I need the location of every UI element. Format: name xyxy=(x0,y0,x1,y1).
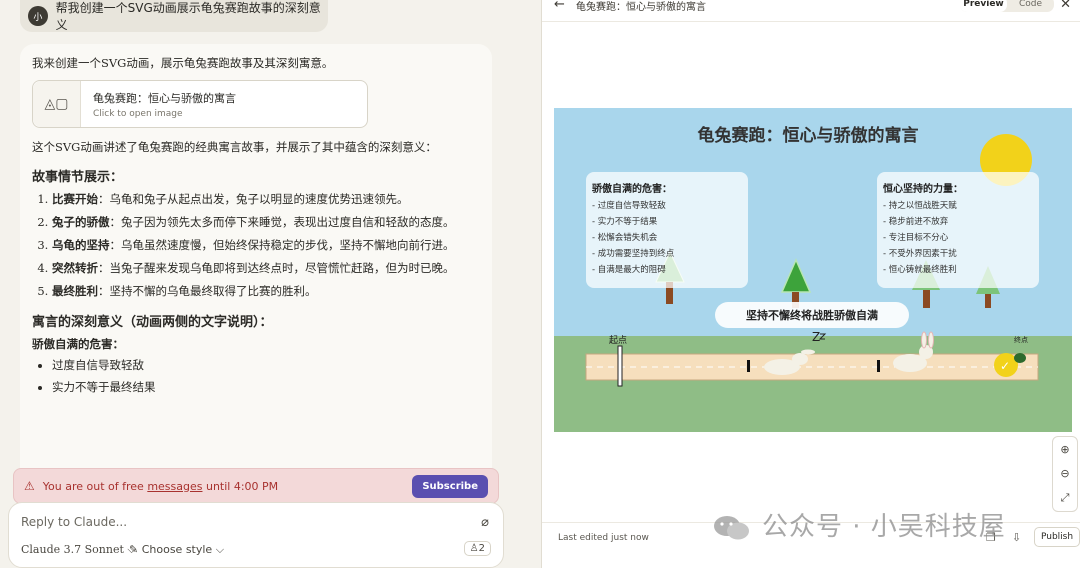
perseverance-box-item: - 恒心铸就最终胜利 xyxy=(883,264,957,275)
perseverance-box-heading: 恒心坚持的力量： xyxy=(883,182,963,195)
publish-button[interactable]: Publish xyxy=(1034,527,1080,547)
artifact-panel-title: 龟兔赛跑：恒心与骄傲的寓言 xyxy=(576,2,706,13)
user-message: 小 帮我创建一个SVG动画展示龟兔赛跑故事的深刻意义 xyxy=(20,0,328,32)
shapes-icon: ◬▢ xyxy=(33,81,81,127)
close-icon[interactable]: ✕ xyxy=(1060,0,1071,12)
list-item: 实力不等于最终结果 xyxy=(52,376,480,398)
download-icon[interactable]: ⇩ xyxy=(1012,531,1021,544)
start-line xyxy=(617,345,623,387)
composer[interactable]: Reply to Claude... ⌀ Claude 3.7 Sonnet ⌵… xyxy=(8,502,504,568)
assistant-reply: 我来创建一个SVG动画，展示龟兔赛跑故事及其深刻寓意。 ◬▢ 龟兔赛跑：恒心与骄… xyxy=(20,44,492,484)
list-item: 突然转折：当兔子醒来发现乌龟即将到达终点时，尽管慌忙赶路，但为时已晚。 xyxy=(52,258,480,278)
pride-box-heading: 骄傲自满的危害： xyxy=(591,182,672,195)
user-message-text: 帮我创建一个SVG动画展示龟兔赛跑故事的深刻意义 xyxy=(55,1,321,32)
meaning-heading: 寓言的深刻意义（动画两侧的文字说明）： xyxy=(32,315,273,330)
artifact-title: 龟兔赛跑：恒心与骄傲的寓言 xyxy=(93,91,236,105)
finish-label: 终点 xyxy=(1014,335,1028,344)
pride-box-item: - 实力不等于结果 xyxy=(592,216,658,227)
pride-box-item: - 自满是最大的阻碍 xyxy=(592,264,666,275)
back-arrow-icon[interactable]: ← xyxy=(554,0,565,12)
user-icon: ♙ xyxy=(469,543,479,554)
list-item: 兔子的骄傲：兔子因为领先太多而停下来睡觉，表现出过度自信和轻敌的态度。 xyxy=(52,212,480,232)
artifact-panel: ← 龟兔赛跑：恒心与骄傲的寓言 Preview Code ✕ 龟兔赛跑：恒心与骄… xyxy=(541,0,1080,568)
list-item: 最终胜利：坚持不懈的乌龟最终取得了比赛的胜利。 xyxy=(52,281,480,301)
start-label: 起点 xyxy=(609,335,627,346)
warning-icon: ⚠ xyxy=(24,479,35,493)
tab-code[interactable]: Code xyxy=(1007,0,1054,12)
messages-link[interactable]: messages xyxy=(147,480,202,493)
model-selector[interactable]: Claude 3.7 Sonnet ⌵ xyxy=(21,543,136,557)
attachment-count-badge[interactable]: ♙2 xyxy=(463,541,491,556)
watermark: 公众号 · 小吴科技屋 xyxy=(712,506,1006,543)
expand-icon[interactable]: ⤢ xyxy=(1061,491,1070,505)
pride-box-item: - 过度自信导致轻敌 xyxy=(592,200,666,211)
style-selector[interactable]: ✎ Choose style ⌵ xyxy=(129,543,224,557)
limit-banner: ⚠ You are out of free messages until 4:0… xyxy=(13,468,499,504)
chat-panel: 小 帮我创建一个SVG动画展示龟兔赛跑故事的深刻意义 我来创建一个SVG动画，展… xyxy=(0,0,540,568)
last-edited: Last edited just now xyxy=(558,533,649,543)
zoom-controls: ⊕ ⊖ ⤢ xyxy=(1052,436,1078,512)
pride-list: 过度自信导致轻敌 实力不等于最终结果 xyxy=(52,354,480,398)
motto-text: 坚持不懈终将战胜骄傲自满 xyxy=(746,308,878,322)
brush-icon: ✎ xyxy=(129,543,142,556)
paperclip-icon[interactable]: ⌀ xyxy=(481,515,489,530)
reply-input[interactable]: Reply to Claude... xyxy=(21,515,127,529)
artifact-subtitle: Click to open image xyxy=(93,108,183,119)
perseverance-box-item: - 稳步前进不放弃 xyxy=(883,216,949,227)
svg-title: 龟兔赛跑：恒心与骄傲的寓言 xyxy=(698,125,919,146)
reply-intro: 我来创建一个SVG动画，展示龟兔赛跑故事及其深刻寓意。 xyxy=(32,56,334,70)
view-toggle: Preview Code xyxy=(960,0,1054,12)
artifact-card[interactable]: ◬▢ 龟兔赛跑：恒心与骄傲的寓言 Click to open image xyxy=(32,80,368,128)
artifact-header: ← 龟兔赛跑：恒心与骄傲的寓言 Preview Code ✕ xyxy=(542,0,1080,22)
story-list: 比赛开始：乌龟和兔子从起点出发，兔子以明显的速度优势迅速领先。 兔子的骄傲：兔子… xyxy=(52,189,480,301)
list-item: 比赛开始：乌龟和兔子从起点出发，兔子以明显的速度优势迅速领先。 xyxy=(52,189,480,209)
perseverance-box-item: - 持之以恒战胜天赋 xyxy=(883,200,957,211)
subscribe-button[interactable]: Subscribe xyxy=(412,474,488,498)
reply-description: 这个SVG动画讲述了龟兔赛跑的经典寓言故事，并展示了其中蕴含的深刻意义： xyxy=(32,140,437,154)
distance-marker xyxy=(747,360,750,372)
svg-preview: 龟兔赛跑：恒心与骄傲的寓言 骄傲自满的危害： - 过度自信导致轻敌 - 实力不等… xyxy=(554,108,1072,432)
check-icon: ✓ xyxy=(1000,359,1010,373)
zoom-out-icon[interactable]: ⊖ xyxy=(1060,467,1069,480)
zzz-label: Z xyxy=(812,330,820,344)
story-heading: 故事情节展示： xyxy=(32,170,124,185)
zoom-in-icon[interactable]: ⊕ xyxy=(1060,443,1069,456)
list-item: 乌龟的坚持：乌龟虽然速度慢，但始终保持稳定的步伐，坚持不懈地向前行进。 xyxy=(52,235,480,255)
list-item: 过度自信导致轻敌 xyxy=(52,354,480,376)
wechat-logo-icon xyxy=(714,515,749,539)
user-avatar: 小 xyxy=(28,6,48,26)
pride-box-item: - 成功需要坚持到终点 xyxy=(592,248,675,259)
distance-marker xyxy=(877,360,880,372)
perseverance-box-item: - 不受外界因素干扰 xyxy=(883,248,957,259)
pride-box-item: - 松懈会错失机会 xyxy=(592,232,658,243)
perseverance-box-item: - 专注目标不分心 xyxy=(883,232,949,243)
pride-heading: 骄傲自满的危害： xyxy=(32,337,124,351)
tab-preview[interactable]: Preview xyxy=(960,0,1007,12)
